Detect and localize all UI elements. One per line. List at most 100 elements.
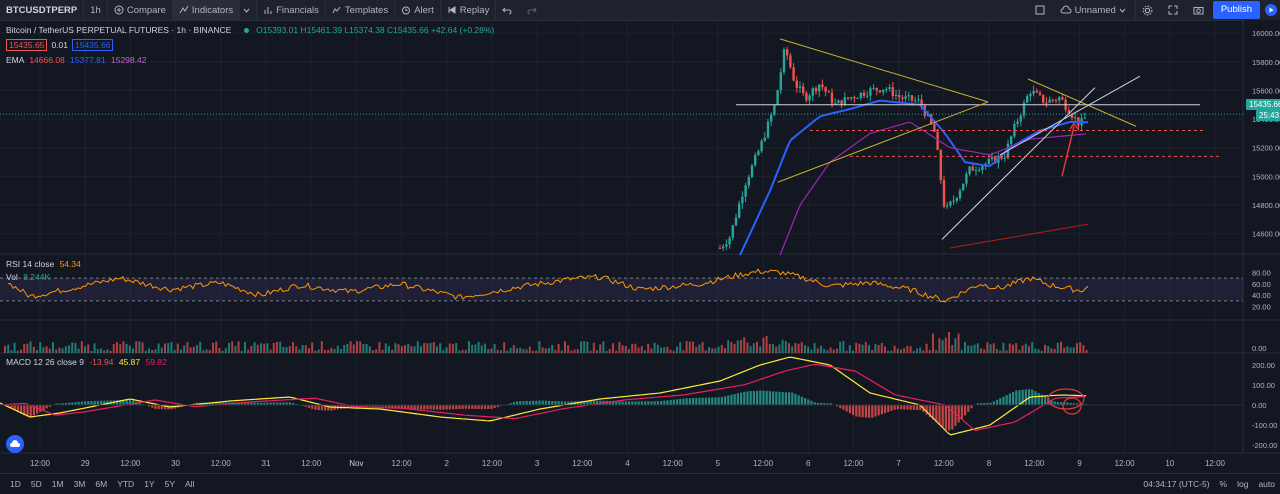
- replay-button[interactable]: Replay: [441, 0, 497, 20]
- volume-bar: [785, 341, 787, 353]
- macd-histogram-bar: [471, 405, 473, 409]
- templates-button[interactable]: Templates: [326, 0, 395, 20]
- chart-canvas[interactable]: 12:002912:003012:003112:00Nov12:00212:00…: [0, 20, 1280, 472]
- volume-tick: 0.00: [1252, 344, 1267, 353]
- volume-bar: [727, 340, 729, 353]
- time-label: 3: [535, 459, 540, 468]
- volume-bar: [500, 350, 502, 353]
- volume-bar: [590, 351, 592, 353]
- range-3m[interactable]: 3M: [69, 479, 91, 489]
- tradingview-logo[interactable]: [6, 435, 24, 453]
- volume-bar: [183, 346, 185, 353]
- square-icon: [1035, 5, 1045, 15]
- time-label: 12:00: [211, 459, 232, 468]
- candle-body: [1048, 100, 1050, 103]
- indicators-button[interactable]: Indicators: [173, 0, 240, 20]
- clock[interactable]: 04:34:17 (UTC-5): [1138, 479, 1214, 489]
- volume-bar: [97, 349, 99, 353]
- macd-histogram-bar: [766, 391, 768, 405]
- log-toggle[interactable]: log: [1232, 479, 1253, 489]
- chart-area[interactable]: 12:002912:003012:003112:00Nov12:00212:00…: [0, 20, 1280, 472]
- volume-bar: [350, 341, 352, 353]
- layout-dropdown[interactable]: [240, 0, 257, 20]
- volume-bar: [801, 342, 803, 353]
- macd-histogram-bar: [865, 405, 867, 418]
- price-tick: 15600.00: [1252, 86, 1280, 95]
- layout-name-button[interactable]: Unnamed: [1054, 0, 1136, 20]
- candle-body: [776, 90, 778, 105]
- volume-bar: [615, 351, 617, 353]
- volume-bar: [289, 346, 291, 353]
- macd-histogram-bar: [881, 405, 883, 414]
- snapshot-button[interactable]: [1187, 0, 1213, 20]
- macd-histogram-bar: [686, 398, 688, 405]
- volume-bar: [919, 348, 921, 353]
- publish-button[interactable]: Publish: [1213, 1, 1260, 19]
- volume-bar: [110, 351, 112, 353]
- fullscreen-rect-button[interactable]: [1029, 0, 1054, 20]
- macd-histogram-bar: [964, 405, 966, 415]
- buy-price[interactable]: 15435.66: [72, 39, 113, 51]
- macd-histogram-bar: [478, 405, 480, 409]
- macd-histogram-bar: [897, 405, 899, 409]
- sell-price[interactable]: 15435.65: [6, 39, 47, 51]
- volume-bar: [202, 350, 204, 353]
- candle-body: [770, 115, 772, 122]
- volume-bar: [132, 348, 134, 353]
- macd-histogram-bar: [433, 405, 435, 409]
- volume-bar: [1038, 349, 1040, 353]
- play-button[interactable]: [1262, 1, 1280, 19]
- range-5d[interactable]: 5D: [26, 479, 47, 489]
- volume-bar: [548, 348, 550, 353]
- volume-bar: [462, 350, 464, 353]
- range-all[interactable]: All: [180, 479, 199, 489]
- undo-button[interactable]: [496, 0, 521, 20]
- macd-histogram-bar: [647, 401, 649, 405]
- macd-histogram-bar: [878, 405, 880, 415]
- candle-body: [972, 167, 974, 171]
- macd-histogram-bar: [561, 401, 563, 405]
- percent-toggle[interactable]: %: [1215, 479, 1233, 489]
- range-1m[interactable]: 1M: [47, 479, 69, 489]
- replay-label: Replay: [460, 5, 490, 16]
- fullscreen-button[interactable]: [1162, 0, 1187, 20]
- candle-body: [1010, 136, 1012, 143]
- candle-body: [917, 99, 919, 100]
- symbol-search[interactable]: BTCUSDTPERP: [0, 0, 84, 20]
- volume-bar: [519, 348, 521, 353]
- volume-bar: [1006, 351, 1008, 353]
- range-1y[interactable]: 1Y: [139, 479, 159, 489]
- volume-bar: [980, 348, 982, 353]
- auto-toggle[interactable]: auto: [1253, 479, 1280, 489]
- compare-button[interactable]: Compare: [108, 0, 173, 20]
- alert-button[interactable]: Alert: [395, 0, 441, 20]
- ema-legend: EMA 14666.08 15377.81 15298.42: [6, 55, 146, 65]
- range-6m[interactable]: 6M: [90, 479, 112, 489]
- volume-bar: [641, 346, 643, 353]
- macd-histogram-bar: [746, 391, 748, 405]
- settings-button[interactable]: [1136, 0, 1162, 20]
- macd-histogram-bar: [727, 395, 729, 405]
- macd-histogram-bar: [676, 399, 678, 405]
- candle-body: [895, 95, 897, 96]
- macd-histogram-bar: [788, 392, 790, 405]
- time-label: 29: [81, 459, 90, 468]
- redo-button[interactable]: [521, 0, 546, 20]
- ohlc-values: O15393.01 H15461.39 L15374.38 C15435.66 …: [256, 25, 494, 35]
- time-label: 9: [1077, 459, 1082, 468]
- volume-bar: [510, 348, 512, 353]
- macd-histogram-bar: [890, 405, 892, 411]
- volume-bar: [84, 346, 86, 353]
- range-5y[interactable]: 5Y: [160, 479, 180, 489]
- macd-histogram-bar: [942, 405, 944, 427]
- interval-button[interactable]: 1h: [84, 0, 108, 20]
- financials-button[interactable]: Financials: [257, 0, 326, 20]
- candle-body: [898, 95, 900, 97]
- range-1d[interactable]: 1D: [5, 479, 26, 489]
- range-ytd[interactable]: YTD: [112, 479, 139, 489]
- volume-bar: [334, 349, 336, 353]
- volume-bar: [487, 349, 489, 353]
- candle-body: [821, 85, 823, 88]
- volume-bar: [215, 342, 217, 353]
- volume-bar: [359, 342, 361, 353]
